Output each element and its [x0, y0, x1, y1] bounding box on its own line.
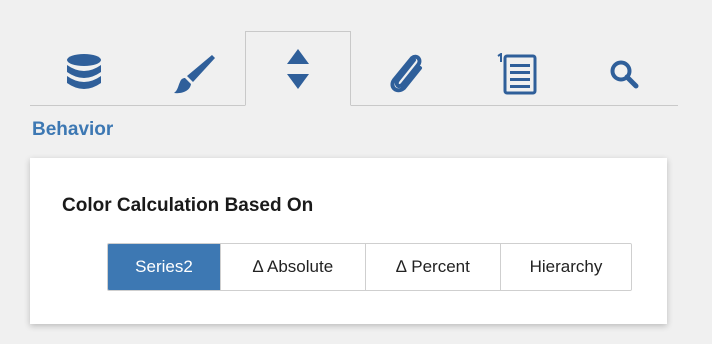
- tab-style[interactable]: [154, 42, 234, 106]
- tab-search[interactable]: [584, 42, 664, 106]
- tab-data[interactable]: [44, 42, 124, 106]
- color-calculation-label: Color Calculation Based On: [62, 195, 314, 216]
- tab-behavior[interactable]: [245, 31, 351, 106]
- sort-arrows-icon: [285, 47, 311, 91]
- color-calculation-segmented-control: Series2 ∆ Absolute ∆ Percent Hierarchy: [107, 243, 632, 291]
- option-absolute-button[interactable]: ∆ Absolute: [220, 244, 365, 290]
- tab-bar: [30, 28, 678, 106]
- paintbrush-icon: [172, 53, 216, 95]
- paperclip-icon: [386, 52, 426, 96]
- option-percent-button[interactable]: ∆ Percent: [365, 244, 500, 290]
- database-icon: [65, 53, 103, 95]
- tab-list[interactable]: [476, 42, 556, 106]
- tab-bar-divider: [30, 105, 678, 106]
- tab-attachments[interactable]: [366, 42, 446, 106]
- numbered-list-icon: [495, 53, 537, 95]
- option-series2-button[interactable]: Series2: [108, 244, 220, 290]
- search-icon: [609, 59, 639, 89]
- section-title: Behavior: [32, 119, 114, 140]
- option-hierarchy-button[interactable]: Hierarchy: [500, 244, 631, 290]
- settings-panel: Color Calculation Based On Series2 ∆ Abs…: [30, 158, 667, 324]
